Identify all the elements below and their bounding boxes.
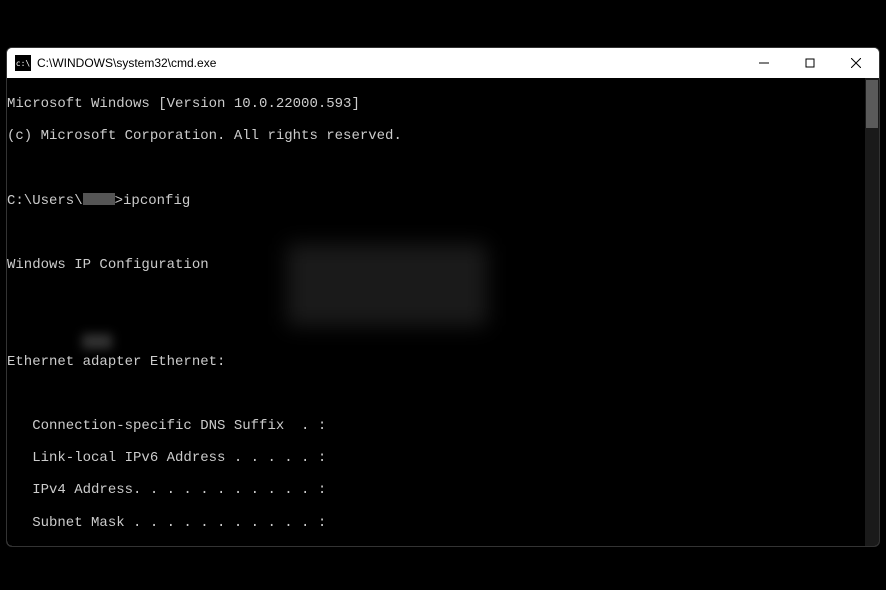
redacted-username: [83, 193, 115, 205]
terminal-body[interactable]: Microsoft Windows [Version 10.0.22000.59…: [7, 78, 879, 546]
close-icon: [851, 58, 861, 68]
prompt-line-1: C:\Users\ >ipconfig: [7, 193, 879, 209]
copyright-line: (c) Microsoft Corporation. All rights re…: [7, 128, 879, 144]
adapter-header: Ethernet adapter Ethernet:: [7, 354, 879, 370]
terminal-content: Microsoft Windows [Version 10.0.22000.59…: [7, 80, 879, 546]
version-line: Microsoft Windows [Version 10.0.22000.59…: [7, 96, 879, 112]
subnet-line: Subnet Mask . . . . . . . . . . . :: [7, 515, 879, 531]
blank-line: [7, 160, 879, 176]
scrollbar-thumb[interactable]: [866, 80, 878, 128]
ipv6-line: Link-local IPv6 Address . . . . . :: [7, 450, 879, 466]
redacted-ip-values: [287, 244, 487, 326]
blank-line: [7, 225, 879, 241]
window-title: C:\WINDOWS\system32\cmd.exe: [37, 56, 741, 70]
prompt-prefix: C:\Users\: [7, 193, 83, 209]
dns-suffix-line: Connection-specific DNS Suffix . :: [7, 418, 879, 434]
redacted-username-blur: [82, 334, 112, 349]
maximize-icon: [805, 58, 815, 68]
cmd-icon: c:\: [15, 55, 31, 71]
ipv4-line: IPv4 Address. . . . . . . . . . . :: [7, 482, 879, 498]
titlebar-controls: [741, 48, 879, 78]
minimize-button[interactable]: [741, 48, 787, 78]
titlebar[interactable]: c:\ C:\WINDOWS\system32\cmd.exe: [7, 48, 879, 78]
close-button[interactable]: [833, 48, 879, 78]
cmd-window: c:\ C:\WINDOWS\system32\cmd.exe Microsof…: [6, 47, 880, 547]
typed-command: ipconfig: [123, 193, 190, 209]
cmd-icon-text: c:\: [16, 59, 30, 68]
blank-line: [7, 386, 879, 402]
scrollbar[interactable]: [865, 78, 879, 547]
prompt-suffix: >: [115, 193, 123, 209]
maximize-button[interactable]: [787, 48, 833, 78]
minimize-icon: [759, 58, 769, 68]
